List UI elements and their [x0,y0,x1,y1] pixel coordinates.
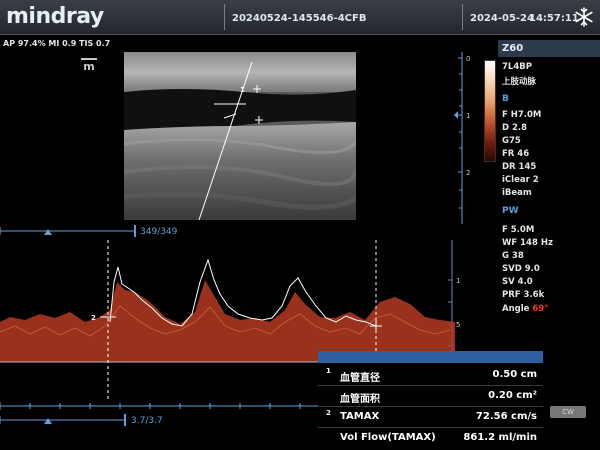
measurement-label: Vol Flow(TAMAX) [340,432,436,443]
study-id: 20240524-145546-4CFB [232,13,367,24]
mindray-badge: m [81,58,97,74]
measurement-value: 72.56 cm/s [475,411,537,422]
velocity-tick-label: 100 [456,277,460,285]
angle-value: 69° [532,304,549,314]
depth-tick-label: 2 [466,169,470,177]
pw-param: SVD 9.0 [502,264,540,274]
b-param: FR 46 [502,149,530,159]
measurement-row: 血管面积 0.20 cm² [318,386,543,407]
angle-label: Angle [502,304,530,314]
cine-counter: 3.7/3.7 [131,416,163,426]
measurement-value: 861.2 ml/min [463,432,537,443]
cursor-label: 2 [91,314,96,322]
exam-time: 14:57:11 [529,13,579,24]
measurement-results: 1 血管直径 0.50 cm 血管面积 0.20 cm² 2 TAMAX 72.… [318,351,543,450]
measurement-row: 2 TAMAX 72.56 cm/s [318,407,543,428]
measurement-row: 1 血管直径 0.50 cm [318,365,543,386]
spectral-envelope-fill [0,280,455,362]
brand-logo: mindray [6,4,104,29]
header-divider [224,4,225,30]
caliper-label: 1 [240,86,245,94]
pw-param: WF 148 Hz [502,238,553,248]
parameter-panel: Z60 7L4BP 上肢动脉 B F H7.0M D 2.8 G75 FR 46… [498,40,600,340]
b-param: F H7.0M [502,110,542,120]
pw-param: SV 4.0 [502,277,533,287]
b-mode-section: B [502,94,509,104]
measurement-value: 0.20 cm² [488,390,537,401]
gray-map-bar [484,60,496,162]
b-param: iBeam [502,188,532,198]
b-param: D 2.8 [502,123,528,133]
cw-mode-tag[interactable]: CW [550,406,586,418]
focus-marker-icon [454,111,458,119]
pw-section: PW [502,206,519,216]
measurement-row: Vol Flow(TAMAX) 861.2 ml/min [318,428,543,448]
measurement-number: 1 [326,367,331,375]
pw-param: F 5.0M [502,225,535,235]
angle-param: Angle 69° [502,304,548,314]
depth-scale: 0 1 2 [454,52,470,224]
measurement-value: 0.50 cm [492,369,537,380]
header-divider [462,4,463,30]
exam-preset: 上肢动脉 [502,77,537,87]
depth-tick-label: 0 [466,55,470,63]
scroll-marker-icon [44,229,52,235]
measurement-number: 2 [326,409,331,417]
b-param: iClear 2 [502,175,539,185]
pw-param: PRF 3.6k [502,290,545,300]
frame-counter: 349/349 [140,227,178,237]
depth-tick-label: 1 [466,112,470,120]
exam-date: 2024-05-24 [470,13,534,24]
b-param: DR 145 [502,162,537,172]
acoustic-output-info: AP 97.4% MI 0.9 TIS 0.7 [3,39,111,48]
probe-name: 7L4BP [502,62,532,72]
measurement-label: 血管面积 [340,394,380,405]
pw-param: G 38 [502,251,524,261]
b-param: G75 [502,136,521,146]
b-mode-image[interactable]: 1 [124,52,356,220]
header-bar: mindray 20240524-145546-4CFB 2024-05-24 … [0,0,600,35]
measurement-header [318,351,543,363]
measurement-label: 血管直径 [340,373,380,384]
system-model: Z60 [498,40,600,57]
scroll-marker-icon [44,418,52,424]
velocity-tick-label: 50 [456,321,460,329]
snowflake-icon[interactable] [574,7,594,27]
measurement-label: TAMAX [340,411,380,422]
